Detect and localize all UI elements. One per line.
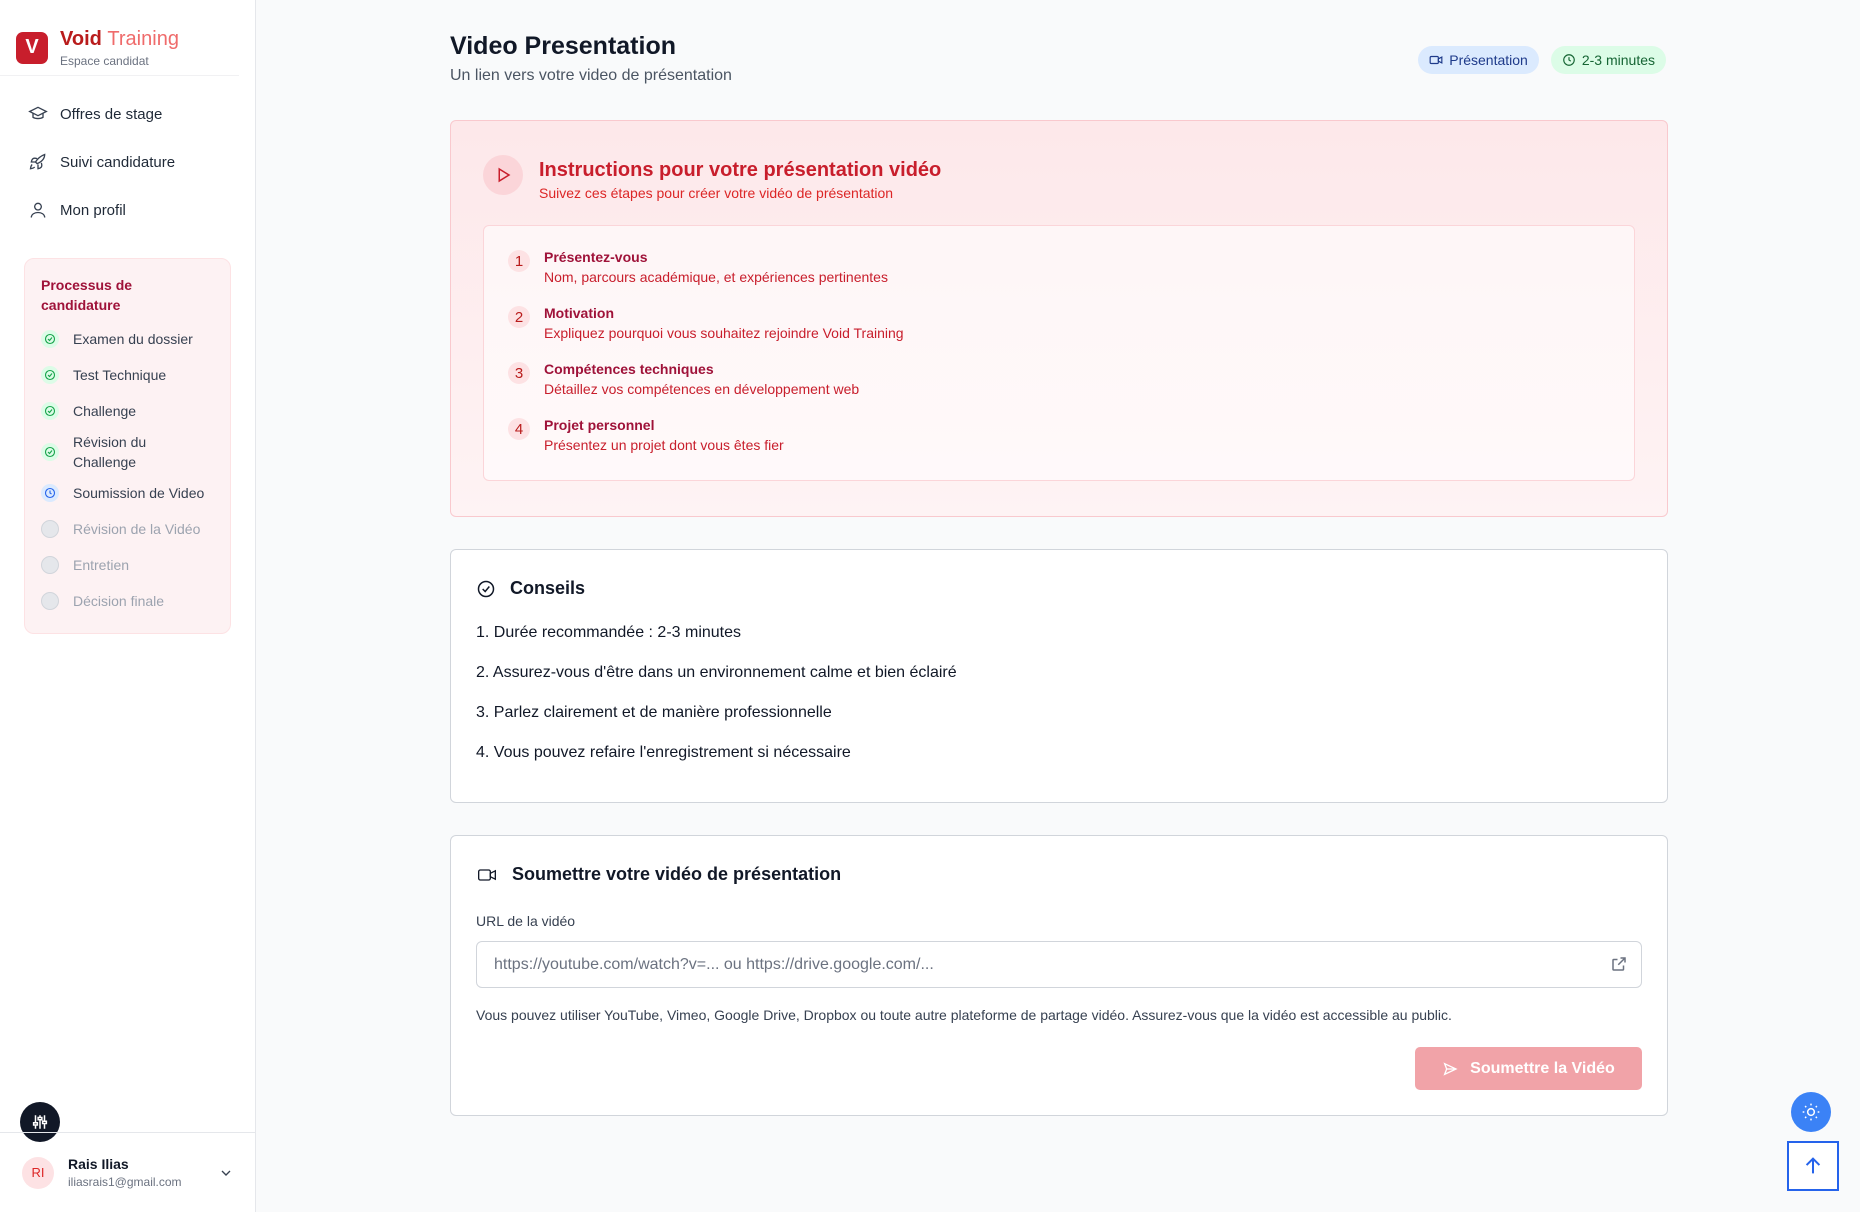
check-circle-icon	[41, 443, 59, 461]
user-menu[interactable]: RI Rais Ilias iliasrais1@gmail.com	[0, 1132, 256, 1212]
step-number: 2	[508, 306, 530, 328]
user-icon	[30, 202, 46, 218]
list-item: 2 Motivation Expliquez pourquoi vous souh…	[508, 304, 1610, 360]
logo: V	[16, 31, 48, 64]
scroll-top-button[interactable]	[1787, 1141, 1839, 1191]
video-url-input[interactable]	[476, 941, 1642, 988]
nav-item-profil[interactable]: Mon profil	[16, 186, 239, 234]
brand-subtitle: Espace candidat	[60, 53, 149, 68]
nav-item-suivi[interactable]: Suivi candidature	[16, 138, 239, 186]
tip-item: 3. Parlez clairement et de manière profe…	[476, 704, 832, 721]
nav-item-offres[interactable]: Offres de stage	[16, 90, 239, 138]
tips-title: Conseils	[510, 578, 586, 598]
process-step: Challenge	[41, 393, 214, 429]
page-header: Video Presentation Un lien vers votre vi…	[450, 0, 1668, 120]
play-icon	[483, 155, 523, 195]
theme-toggle-button[interactable]	[1791, 1092, 1831, 1132]
help-text: Vous pouvez utiliser YouTube, Vimeo, Goo…	[476, 1007, 1452, 1023]
list-item: 1 Présentez-vous Nom, parcours académique…	[508, 248, 1610, 304]
tip-item: 1. Durée recommandée : 2-3 minutes	[476, 624, 742, 641]
avatar: RI	[22, 1156, 54, 1189]
instructions-card: Instructions pour votre présentation vid…	[450, 120, 1668, 517]
user-email: iliasrais1@gmail.com	[68, 1175, 182, 1189]
rocket-icon	[29, 153, 46, 170]
process-panel: Processus de candidature Examen du dossi…	[24, 258, 231, 634]
clock-icon	[1563, 54, 1575, 66]
step-number: 4	[508, 418, 530, 440]
list-item: 4 Projet personnel Présentez un projet do…	[508, 416, 1610, 472]
nav-label: Offres de stage	[60, 105, 163, 123]
process-title: Processus de candidature	[41, 277, 133, 313]
main-nav: Offres de stage Suivi candidature Mon pr…	[0, 76, 255, 234]
sun-icon	[1802, 1103, 1820, 1121]
list-item: 3 Compétences techniques Détaillez vos co…	[508, 360, 1610, 416]
check-circle-icon	[477, 580, 495, 597]
brand[interactable]: V Void Training Espace candidat	[0, 0, 239, 76]
process-step: Révision du Challenge	[41, 429, 214, 475]
submit-video-button[interactable]: Soumettre la Vidéo	[1415, 1047, 1642, 1090]
pending-circle-icon	[41, 520, 59, 538]
pending-circle-icon	[41, 556, 59, 574]
graduation-cap-icon	[28, 106, 48, 120]
process-step: Soumission de Video	[41, 475, 214, 511]
step-number: 3	[508, 362, 530, 384]
pending-circle-icon	[41, 592, 59, 610]
tips-card: Conseils 1. Durée recommandée : 2-3 minu…	[450, 549, 1668, 803]
instructions-list: 1 Présentez-vous Nom, parcours académique…	[483, 225, 1635, 481]
process-step: Révision de la Vidéo	[41, 511, 214, 547]
check-circle-icon	[41, 366, 59, 384]
process-step: Entretien	[41, 547, 214, 583]
process-step: Test Technique	[41, 357, 214, 393]
check-circle-icon	[41, 402, 59, 420]
process-step: Décision finale	[41, 583, 214, 619]
clock-icon	[41, 484, 59, 502]
step-number: 1	[508, 250, 530, 272]
duration-badge: 2-3 minutes	[1550, 46, 1666, 74]
sidebar: V Void Training Espace candidat Offres d…	[0, 0, 256, 1212]
video-icon	[1429, 55, 1443, 65]
instructions-title: Instructions pour votre présentation vid…	[539, 159, 942, 181]
main-content: Video Presentation Un lien vers votre vi…	[450, 0, 1668, 1116]
video-icon	[478, 868, 496, 881]
process-step: Examen du dossier	[41, 321, 214, 357]
tip-item: 4. Vous pouvez refaire l'enregistrement …	[476, 744, 851, 761]
submit-card: Soumettre votre vidéo de présentation UR…	[450, 835, 1668, 1116]
type-badge: Présentation	[1418, 46, 1539, 74]
send-icon	[1443, 1061, 1458, 1076]
external-link-icon[interactable]	[1610, 955, 1628, 973]
tip-item: 2. Assurez-vous d'être dans un environne…	[476, 664, 957, 681]
nav-label: Mon profil	[60, 201, 126, 219]
submit-title: Soumettre votre vidéo de présentation	[512, 864, 842, 884]
nav-label: Suivi candidature	[60, 153, 176, 171]
user-name: Rais Ilias	[68, 1156, 129, 1172]
arrow-up-icon	[1805, 1157, 1821, 1174]
brand-name: Void Training	[60, 27, 179, 50]
instructions-subtitle: Suivez ces étapes pour créer votre vidéo…	[539, 185, 894, 201]
url-label: URL de la vidéo	[476, 913, 576, 929]
sliders-icon	[32, 1115, 48, 1129]
chevron-down-icon[interactable]	[218, 1165, 234, 1181]
check-circle-icon	[41, 330, 59, 348]
